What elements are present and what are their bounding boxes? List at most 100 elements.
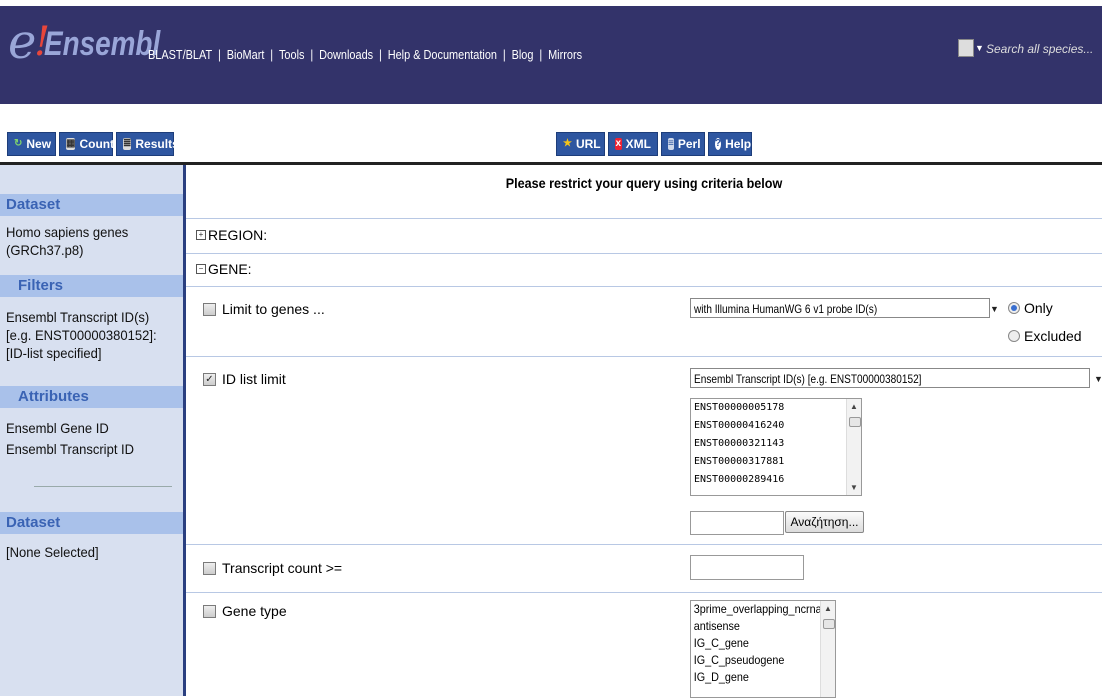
table-icon: ≣ (123, 138, 132, 150)
sidebar-attributes-heading[interactable]: Attributes (0, 386, 183, 408)
radio-excluded[interactable] (1008, 330, 1020, 342)
nav-separator: | (270, 47, 274, 62)
id-list-scrollbar[interactable]: ▲ ▼ (846, 399, 861, 495)
id-list-limit-checkbox[interactable]: ✓ (203, 372, 216, 386)
ensembl-logo-e[interactable]: e (8, 18, 36, 66)
radio-only[interactable] (1008, 302, 1020, 314)
count-button[interactable]: ▦ Count (59, 132, 114, 156)
nav-separator: | (310, 47, 314, 62)
gene-label[interactable]: GENE: (208, 261, 252, 277)
nav-separator: | (502, 47, 506, 62)
gene-type-checkbox[interactable] (203, 604, 216, 618)
header-banner: e ! Ensembl BLAST/BLAT | BioMart | Tools | Dow… (0, 6, 1102, 104)
calculator-icon: ▦ (66, 138, 76, 150)
sidebar-dataset-value[interactable]: Homo sapiens genes (GRCh37.p8) (6, 223, 169, 259)
radio-excluded-option[interactable]: Excluded (1008, 328, 1082, 344)
gene-type-option[interactable]: IG_C_gene (691, 635, 821, 652)
scroll-up-icon[interactable]: ▲ (824, 604, 832, 613)
scroll-down-icon[interactable]: ▼ (850, 483, 858, 492)
collapse-minus-icon[interactable]: − (196, 264, 206, 274)
transcript-count-label: Transcript count >= (222, 560, 343, 576)
species-search-icon[interactable] (958, 39, 974, 57)
url-button[interactable]: ★ URL (556, 132, 605, 156)
sidebar-dataset2-value[interactable]: [None Selected] (6, 543, 169, 561)
ensembl-logo-wordmark[interactable]: Ensembl (44, 24, 160, 64)
xml-icon: x (615, 138, 622, 150)
scroll-thumb[interactable] (823, 619, 835, 629)
id-list-item: ENST00000005178 (694, 402, 785, 413)
nav-help-documentation[interactable]: Help & Documentation (388, 47, 497, 62)
browse-button[interactable]: Αναζήτηση... (785, 511, 864, 533)
nav-blast-blat[interactable]: BLAST/BLAT (148, 47, 212, 62)
expand-plus-icon[interactable]: + (196, 230, 206, 240)
nav-mirrors[interactable]: Mirrors (548, 47, 582, 62)
radio-only-label: Only (1024, 300, 1053, 316)
divider (186, 544, 1102, 545)
gene-type-row: Gene type (203, 603, 287, 619)
region-section[interactable]: + REGION: (196, 227, 267, 243)
nav-tools[interactable]: Tools (279, 47, 305, 62)
transcript-count-checkbox[interactable] (203, 561, 216, 575)
sidebar-separator (34, 486, 172, 487)
perl-button-label: Perl (677, 137, 701, 151)
refresh-icon: ↻ (14, 138, 23, 149)
limit-to-genes-checkbox[interactable] (203, 302, 216, 316)
id-list-limit-label: ID list limit (222, 371, 286, 387)
radio-excluded-label: Excluded (1024, 328, 1082, 344)
nav-downloads[interactable]: Downloads (319, 47, 373, 62)
page-title: Please restrict your query using criteri… (505, 175, 783, 191)
sidebar-dataset-heading[interactable]: Dataset (0, 194, 183, 216)
gene-type-label: Gene type (222, 603, 287, 619)
gene-type-scrollbar[interactable]: ▲ (820, 601, 835, 697)
search-dropdown-caret-icon[interactable]: ▼ (975, 43, 984, 53)
sidebar-attribute-gene-id[interactable]: Ensembl Gene ID (6, 419, 169, 437)
results-button[interactable]: ≣ Results (116, 132, 179, 156)
gene-type-option[interactable]: IG_D_gene (691, 669, 821, 686)
nav-separator: | (218, 47, 221, 62)
filters-panel (186, 165, 1102, 696)
perl-button[interactable]: ≡ Perl (661, 132, 705, 156)
region-label[interactable]: REGION: (208, 227, 267, 243)
id-list-type-select[interactable]: Ensembl Transcript ID(s) [e.g. ENST00000… (690, 368, 1090, 388)
sidebar-attribute-transcript-id[interactable]: Ensembl Transcript ID (6, 440, 169, 458)
radio-only-option[interactable]: Only (1008, 300, 1053, 316)
divider (186, 592, 1102, 593)
gene-type-option[interactable]: IG_C_pseudogene (691, 652, 821, 669)
select-chevron-down-icon[interactable]: ▼ (1094, 374, 1102, 384)
limit-to-genes-selected-value: with Illumina HumanWG 6 v1 probe ID(s) (694, 302, 878, 316)
xml-button[interactable]: x XML (608, 132, 658, 156)
xml-button-label: XML (625, 137, 651, 151)
id-list-item: ENST00000317881 (694, 456, 785, 467)
select-chevron-down-icon[interactable]: ▼ (990, 304, 999, 314)
top-navigation: BLAST/BLAT | BioMart | Tools | Downloads | Help … (148, 47, 582, 62)
file-path-input[interactable] (690, 511, 784, 535)
sidebar-dataset2-heading[interactable]: Dataset (0, 512, 183, 534)
nav-blog[interactable]: Blog (512, 47, 534, 62)
species-search-input[interactable] (984, 38, 1098, 60)
gene-type-option[interactable]: antisense (691, 618, 821, 635)
divider (186, 218, 1102, 219)
help-button[interactable]: ? Help (708, 132, 752, 156)
gene-section[interactable]: − GENE: (196, 261, 252, 277)
divider (186, 356, 1102, 357)
results-button-label: Results (135, 137, 179, 151)
help-button-label: Help (725, 137, 752, 151)
limit-to-genes-label: Limit to genes ... (222, 301, 325, 317)
gene-type-option[interactable]: 3prime_overlapping_ncrna (691, 601, 822, 618)
limit-to-genes-select[interactable]: with Illumina HumanWG 6 v1 probe ID(s) (690, 298, 990, 318)
gene-type-listbox[interactable]: 3prime_overlapping_ncrna antisense IG_C_… (690, 600, 836, 698)
id-list-item: ENST00000321143 (694, 438, 785, 449)
sidebar-filters-heading[interactable]: Filters (0, 275, 183, 297)
new-button-label: New (26, 137, 52, 151)
transcript-count-input[interactable] (690, 555, 804, 580)
id-list-textarea[interactable]: ENST00000005178 ENST00000416240 ENST0000… (690, 398, 862, 496)
star-icon: ★ (563, 138, 572, 149)
url-button-label: URL (575, 137, 601, 151)
nav-biomart[interactable]: BioMart (227, 47, 265, 62)
scroll-thumb[interactable] (849, 417, 861, 427)
nav-separator: | (539, 47, 543, 62)
transcript-count-row: Transcript count >= (203, 560, 342, 576)
new-button[interactable]: ↻ New (7, 132, 56, 156)
sidebar-filters-value[interactable]: Ensembl Transcript ID(s) [e.g. ENST00000… (6, 308, 169, 362)
scroll-up-icon[interactable]: ▲ (850, 402, 858, 411)
